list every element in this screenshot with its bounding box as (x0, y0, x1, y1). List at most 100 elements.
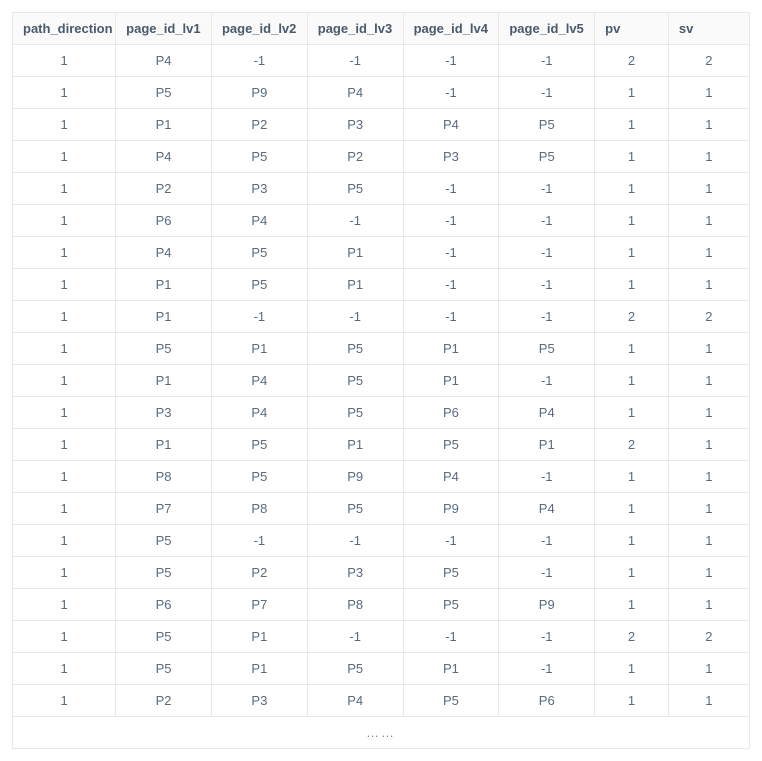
table-cell: 1 (595, 525, 669, 557)
table-cell: 1 (13, 589, 116, 621)
table-cell: -1 (499, 557, 595, 589)
table-cell: 2 (668, 301, 749, 333)
table-cell: P9 (307, 461, 403, 493)
table-cell: 1 (13, 269, 116, 301)
table-cell: 1 (668, 333, 749, 365)
table-cell: 2 (595, 429, 669, 461)
table-cell: -1 (403, 269, 499, 301)
table-cell: 1 (13, 45, 116, 77)
col-header-page-id-lv2: page_id_lv2 (211, 13, 307, 45)
table-cell: P1 (116, 429, 212, 461)
table-cell: 1 (13, 525, 116, 557)
table-cell: P1 (116, 109, 212, 141)
col-header-path-direction: path_direction (13, 13, 116, 45)
table-cell: 1 (668, 141, 749, 173)
table-cell: P3 (211, 685, 307, 717)
table-cell: 1 (13, 141, 116, 173)
table-cell: 1 (13, 205, 116, 237)
table-cell: 1 (595, 365, 669, 397)
table-cell: -1 (499, 653, 595, 685)
table-cell: P4 (403, 109, 499, 141)
table-cell: -1 (403, 237, 499, 269)
table-cell: P5 (307, 493, 403, 525)
table-cell: -1 (211, 45, 307, 77)
table-cell: -1 (499, 173, 595, 205)
col-header-sv: sv (668, 13, 749, 45)
table-row: 1P4P5P1-1-111 (13, 237, 750, 269)
table-cell: P1 (403, 653, 499, 685)
table-cell: -1 (307, 525, 403, 557)
table-cell: P1 (116, 269, 212, 301)
table-row: 1P5P1-1-1-122 (13, 621, 750, 653)
table-cell: -1 (499, 45, 595, 77)
table-cell: P5 (499, 141, 595, 173)
table-row: 1P5-1-1-1-111 (13, 525, 750, 557)
table-cell: P9 (403, 493, 499, 525)
table-cell: 1 (13, 397, 116, 429)
table-cell: P7 (116, 493, 212, 525)
table-cell: 1 (13, 365, 116, 397)
table-cell: -1 (307, 205, 403, 237)
table-cell: -1 (499, 237, 595, 269)
table-cell: 1 (595, 77, 669, 109)
table-row: 1P1P2P3P4P511 (13, 109, 750, 141)
table-cell: -1 (499, 365, 595, 397)
table-cell: P1 (211, 333, 307, 365)
table-cell: P5 (116, 77, 212, 109)
table-cell: -1 (499, 461, 595, 493)
table-cell: -1 (499, 621, 595, 653)
table-cell: 1 (13, 461, 116, 493)
table-cell: P7 (211, 589, 307, 621)
table-row: 1P3P4P5P6P411 (13, 397, 750, 429)
table-cell: P4 (499, 493, 595, 525)
table-row: 1P2P3P4P5P611 (13, 685, 750, 717)
table-cell: P6 (116, 589, 212, 621)
table-cell: P9 (211, 77, 307, 109)
table-cell: P1 (211, 653, 307, 685)
table-cell: 1 (595, 397, 669, 429)
table-cell: -1 (403, 621, 499, 653)
table-cell: 1 (595, 589, 669, 621)
table-cell: P5 (307, 397, 403, 429)
table-cell: P5 (116, 333, 212, 365)
table-cell: -1 (499, 301, 595, 333)
table-cell: P4 (211, 397, 307, 429)
table-cell: P6 (499, 685, 595, 717)
table-cell: P5 (307, 173, 403, 205)
table-cell: P4 (116, 141, 212, 173)
table-cell: 1 (668, 237, 749, 269)
table-cell: 2 (595, 621, 669, 653)
table-row: 1P5P9P4-1-111 (13, 77, 750, 109)
table-cell: 1 (668, 525, 749, 557)
table-cell: -1 (403, 205, 499, 237)
table-cell: P2 (211, 557, 307, 589)
table-cell: P3 (403, 141, 499, 173)
table-cell: -1 (403, 525, 499, 557)
table-cell: -1 (307, 301, 403, 333)
table-cell: P9 (499, 589, 595, 621)
table-header: path_direction page_id_lv1 page_id_lv2 p… (13, 13, 750, 45)
table-cell: 1 (13, 557, 116, 589)
table-cell: 1 (595, 685, 669, 717)
table-cell: P8 (116, 461, 212, 493)
table-cell: 1 (13, 237, 116, 269)
table-cell: 1 (13, 77, 116, 109)
table-cell: P8 (307, 589, 403, 621)
table-cell: 1 (13, 109, 116, 141)
table-cell: P5 (211, 461, 307, 493)
table-cell: P1 (116, 301, 212, 333)
table-row: 1P1-1-1-1-122 (13, 301, 750, 333)
col-header-page-id-lv4: page_id_lv4 (403, 13, 499, 45)
table-row: 1P1P4P5P1-111 (13, 365, 750, 397)
table-cell: 2 (668, 621, 749, 653)
table-row: 1P6P7P8P5P911 (13, 589, 750, 621)
table-cell: 1 (668, 269, 749, 301)
table-cell: 1 (595, 205, 669, 237)
table-cell: P3 (307, 109, 403, 141)
table-cell: P1 (499, 429, 595, 461)
table-cell: P1 (116, 365, 212, 397)
table-cell: P1 (403, 333, 499, 365)
table-cell: 1 (668, 653, 749, 685)
table-cell: P5 (211, 429, 307, 461)
table-cell: 1 (668, 493, 749, 525)
